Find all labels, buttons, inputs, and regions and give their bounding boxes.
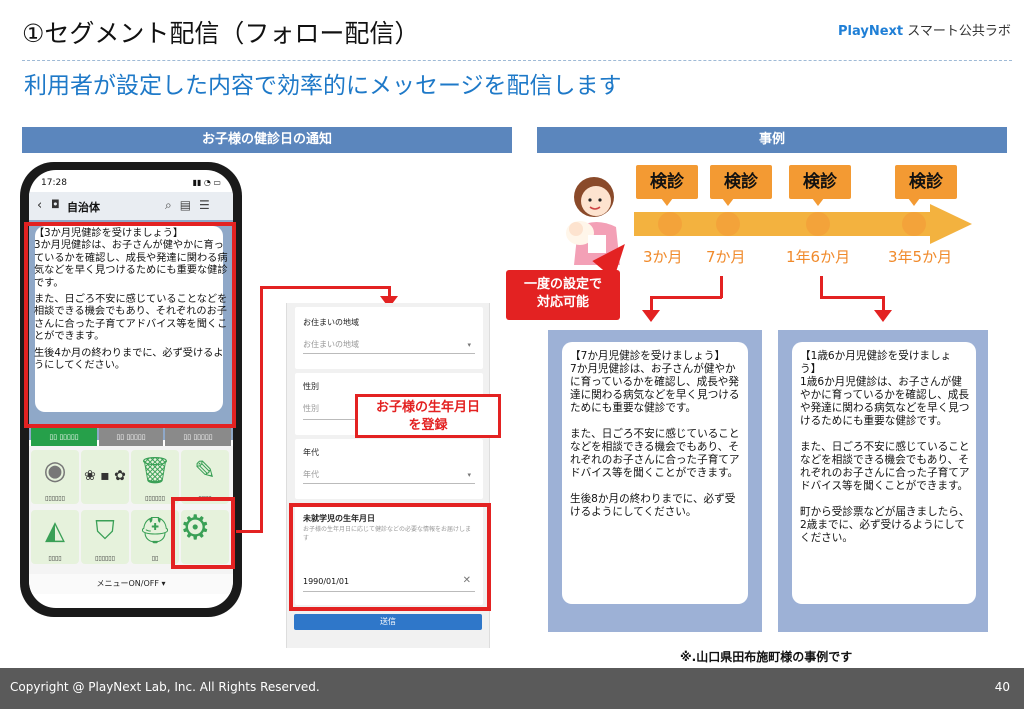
- user-badge-icon: ⛉: [95, 516, 115, 546]
- shield-icon: ◘: [51, 198, 60, 211]
- menu-tile[interactable]: ❀ ▪ ✿: [81, 450, 129, 504]
- form-field-age: 年代 年代 ▾: [295, 439, 483, 499]
- field-label: 年代: [303, 448, 319, 457]
- timeline-dot: [658, 212, 682, 236]
- field-label: 性別: [303, 382, 319, 391]
- card-paragraph: 【1歳6か月児健診を受けましょう】 1歳6か月児健診は、お子さんが健やかに育って…: [800, 350, 970, 427]
- menu-tile[interactable]: ◉ ▯▯▯▯▯▯: [31, 450, 79, 504]
- age-label: 3年5か月: [888, 248, 953, 266]
- rich-menu-tab-1[interactable]: ▯▯ ▯▯▯▯▯: [31, 428, 97, 446]
- connector-line: [260, 287, 263, 532]
- connector-line: [236, 530, 263, 533]
- timeline-dot: [806, 212, 830, 236]
- mascot-logo-icon: ❀ ▪ ✿: [84, 468, 126, 484]
- footnote: ※.山口県田布施町様の事例です: [680, 650, 853, 664]
- nav-action-icons[interactable]: ⌕▤☰: [165, 198, 218, 213]
- checkup-badge: 検診: [710, 165, 772, 199]
- age-select[interactable]: 年代: [303, 469, 319, 480]
- timeline-arrow-icon: [930, 204, 972, 244]
- emblem-icon: ◉: [43, 456, 67, 486]
- arrow-down-icon: [642, 310, 660, 322]
- brand-next: Next: [868, 24, 904, 39]
- title-divider: [22, 60, 1012, 61]
- menu-tile[interactable]: 🗑 ▯▯▯▯▯▯: [131, 450, 179, 504]
- brand-rest: スマート公共ラボ: [903, 24, 1011, 39]
- area-select[interactable]: お住まいの地域: [303, 339, 359, 350]
- section-heading-right: 事例: [537, 127, 1007, 153]
- card-paragraph: また、日ごろ不安に感じていることなどを相談できる機会でもあり、それぞれのお子さん…: [800, 441, 970, 492]
- callout-one-time-setup: 一度の設定で 対応可能: [506, 270, 620, 320]
- timeline-dot: [716, 212, 740, 236]
- birthdate-highlight: [289, 503, 491, 611]
- form-field-area: お住まいの地域 お住まいの地域 ▾: [295, 307, 483, 369]
- message-card: 【7か月児健診を受けましょう】 7か月児健診は、お子さんが健やかに育っているかを…: [562, 342, 748, 604]
- page-subtitle: 利用者が設定した内容で効率的にメッセージを配信します: [24, 73, 622, 99]
- callout-register-birthdate: お子様の生年月日 を登録: [355, 394, 501, 438]
- edit-icon: ✎: [194, 456, 216, 486]
- status-time: 17:28: [41, 178, 67, 188]
- card-paragraph: また、日ごろ不安に感じていることなどを相談できる機会でもあり、それぞれのお子さん…: [570, 428, 740, 479]
- rich-menu-tab-3[interactable]: ▯▯ ▯▯▯▯▯: [165, 428, 231, 446]
- gender-select[interactable]: 性別: [303, 403, 319, 414]
- brand-play: Play: [838, 24, 869, 39]
- caret-down-icon: ▾: [467, 471, 471, 479]
- caret-down-icon: ▾: [467, 341, 471, 349]
- age-label: 3か月: [643, 248, 683, 266]
- menu-tile[interactable]: ⛉ ▯▯▯▯▯▯: [81, 510, 129, 564]
- callout-line: お子様の生年月日: [375, 400, 480, 415]
- connector-line: [650, 296, 722, 299]
- card-paragraph: 町から受診票などが届きましたら、2歳までに、必ず受けるようにしてください。: [800, 506, 970, 544]
- age-label: 1年6か月: [786, 248, 851, 266]
- checkup-badge: 検診: [636, 165, 698, 199]
- page-number: 40: [994, 680, 1010, 694]
- connector-line: [260, 286, 390, 289]
- submit-button[interactable]: 送信: [294, 614, 482, 630]
- copyright: Copyright @ PlayNext Lab, Inc. All Right…: [10, 680, 320, 694]
- menu-tile[interactable]: ◭ ▯▯▯▯: [31, 510, 79, 564]
- card-paragraph: 生後8か月の終わりまでに、必ず受けるようにしてください。: [570, 493, 736, 518]
- triangle-ruler-icon: ◭: [45, 516, 65, 546]
- footer: Copyright @ PlayNext Lab, Inc. All Right…: [0, 668, 1024, 709]
- section-heading-left: お子様の健診日の通知: [22, 127, 512, 153]
- settings-highlight: [171, 497, 235, 569]
- callout-line: を登録: [408, 418, 448, 433]
- back-icon[interactable]: ‹: [37, 198, 42, 213]
- example-panel-7months: 【7か月児健診を受けましょう】 7か月児健診は、お子さんが健やかに育っているかを…: [548, 330, 762, 632]
- brand-logo: PlayNext スマート公共ラボ: [838, 20, 1011, 39]
- timeline-dot: [902, 212, 926, 236]
- field-label: お住まいの地域: [303, 318, 359, 327]
- menu-toggle[interactable]: メニューON/OFF ▾: [29, 574, 233, 594]
- arrow-down-icon: [874, 310, 892, 322]
- page-title: ①セグメント配信（フォロー配信）: [22, 19, 420, 48]
- callout-line: 対応可能: [536, 295, 589, 310]
- status-icons: ▮▮ ◔ ▭: [192, 178, 221, 187]
- message-text: 【1歳6か月児健診を受けましょう】 1歳6か月児健診は、お子さんが健やかに育って…: [800, 350, 972, 558]
- example-panel-1y6m: 【1歳6か月児健診を受けましょう】 1歳6か月児健診は、お子さんが健やかに育って…: [778, 330, 988, 632]
- age-label: 7か月: [706, 248, 746, 266]
- callout-line: 一度の設定で: [523, 277, 602, 292]
- rich-menu-tabs: ▯▯ ▯▯▯▯▯ ▯▯ ▯▯▯▯▯ ▯▯ ▯▯▯▯▯: [29, 428, 233, 446]
- connector-line: [820, 296, 884, 299]
- message-highlight: [24, 222, 236, 428]
- rich-menu-tab-2[interactable]: ▯▯ ▯▯▯▯▯: [99, 428, 163, 446]
- app-navbar: ‹ ◘ 自治体 ⌕▤☰: [29, 192, 233, 220]
- connector-line: [720, 276, 723, 298]
- checkup-badge: 検診: [895, 165, 957, 199]
- message-text: 【7か月児健診を受けましょう】 7か月児健診は、お子さんが健やかに育っているかを…: [570, 350, 742, 532]
- menu-tile[interactable]: ✎ ▯▯▯▯: [181, 450, 229, 504]
- checkup-badge: 検診: [789, 165, 851, 199]
- status-bar: 17:28 ▮▮ ◔ ▭: [41, 178, 221, 188]
- trash-icon: 🗑: [138, 456, 172, 486]
- message-card: 【1歳6か月児健診を受けましょう】 1歳6か月児健診は、お子さんが健やかに育って…: [792, 342, 976, 604]
- connector-line: [820, 276, 823, 298]
- chat-title: 自治体: [67, 201, 100, 214]
- card-paragraph: 【7か月児健診を受けましょう】 7か月児健診は、お子さんが健やかに育っているかを…: [570, 350, 740, 414]
